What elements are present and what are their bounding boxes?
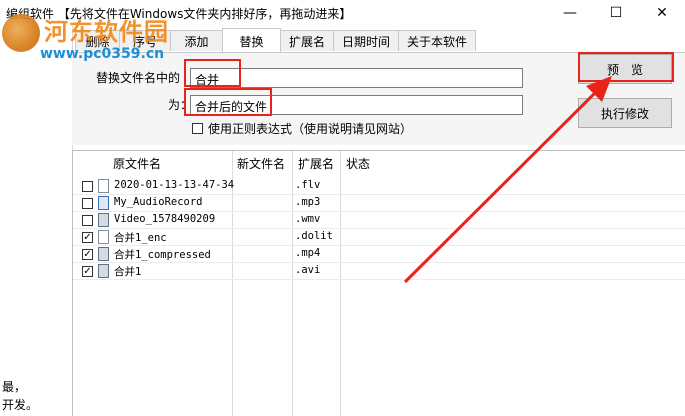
title-bar: 编组软件 【先将文件在Windows文件夹内排好序，再拖动进来】 — ☐ ✕ xyxy=(0,0,685,26)
original-file-name: 合并1 xyxy=(114,266,142,278)
original-file-name: 合并1_enc xyxy=(114,232,167,244)
table-row[interactable]: 2020-01-13-13-47-34 .flv xyxy=(73,178,685,195)
table-row[interactable]: ✓ 合并1 .avi xyxy=(73,263,685,280)
file-extension: .dolit xyxy=(295,230,333,242)
find-label: 替换文件名中的 xyxy=(96,71,181,85)
original-file-name: 2020-01-13-13-47-34 xyxy=(114,179,235,191)
video-file-icon xyxy=(98,247,109,261)
document-icon xyxy=(98,230,109,244)
close-button[interactable]: ✕ xyxy=(639,0,685,26)
regex-label: 使用正则表达式（使用说明请见网站） xyxy=(208,122,413,136)
file-extension: .flv xyxy=(295,179,321,191)
row-divider xyxy=(73,279,685,280)
replace-panel: 替换文件名中的 合并 为： 合并后的文件 使用正则表达式（使用说明请见网站） 预… xyxy=(72,52,685,145)
original-file-name: 合并1_compressed xyxy=(114,249,211,261)
row-checkbox[interactable] xyxy=(82,215,93,226)
row-checkbox[interactable] xyxy=(82,181,93,192)
original-file-name: My_AudioRecord xyxy=(114,196,203,208)
file-extension: .mp4 xyxy=(295,247,321,259)
video-file-icon xyxy=(98,213,109,227)
tab-datetime[interactable]: 日期时间 xyxy=(333,30,399,51)
tab-add[interactable]: 添加 xyxy=(170,30,223,51)
find-input[interactable]: 合并 xyxy=(190,68,523,88)
column-header-original-name[interactable]: 原文件名 xyxy=(113,155,161,175)
minimize-button[interactable]: — xyxy=(547,0,593,26)
column-header-extension[interactable]: 扩展名 xyxy=(298,155,334,175)
row-checkbox[interactable]: ✓ xyxy=(82,266,93,277)
table-row[interactable]: My_AudioRecord .mp3 xyxy=(73,195,685,212)
audio-file-icon xyxy=(98,196,109,210)
file-list[interactable]: 原文件名 新文件名 扩展名 状态 2020-01-13-13-47-34 .flv… xyxy=(72,150,685,416)
table-row[interactable]: ✓ 合并1_enc .dolit xyxy=(73,229,685,246)
tab-replace[interactable]: 替换 xyxy=(222,28,281,53)
file-extension: .mp3 xyxy=(295,196,321,208)
left-pane-text: 最， 开发。 xyxy=(2,380,39,412)
maximize-button[interactable]: ☐ xyxy=(593,0,639,26)
tab-about[interactable]: 关于本软件 xyxy=(398,30,476,51)
row-checkbox[interactable] xyxy=(82,198,93,209)
column-header-new-name[interactable]: 新文件名 xyxy=(237,155,285,175)
document-icon xyxy=(98,179,109,193)
row-checkbox[interactable]: ✓ xyxy=(82,249,93,260)
tab-extension[interactable]: 扩展名 xyxy=(280,30,334,51)
table-row[interactable]: Video_1578490209 .wmv xyxy=(73,212,685,229)
column-header-status[interactable]: 状态 xyxy=(346,155,370,175)
execute-button[interactable]: 执行修改 xyxy=(578,98,672,128)
replace-input[interactable]: 合并后的文件 xyxy=(190,95,523,115)
preview-button[interactable]: 预 览 xyxy=(578,54,672,84)
window-title: 编组软件 【先将文件在Windows文件夹内排好序，再拖动进来】 xyxy=(6,7,352,21)
left-pane: 最， 开发。 xyxy=(0,26,73,415)
row-checkbox[interactable]: ✓ xyxy=(82,232,93,243)
video-file-icon xyxy=(98,264,109,278)
file-extension: .avi xyxy=(295,264,321,276)
file-extension: .wmv xyxy=(295,213,321,225)
regex-checkbox[interactable] xyxy=(192,123,203,134)
table-row[interactable]: ✓ 合并1_compressed .mp4 xyxy=(73,246,685,263)
tab-delete[interactable]: 删除 xyxy=(75,30,120,51)
replace-label: 为： xyxy=(168,98,193,112)
tab-strip: 删除 序号 添加 替换 扩展名 日期时间 关于本软件 xyxy=(72,28,685,53)
tab-sequence[interactable]: 序号 xyxy=(119,30,171,51)
original-file-name: Video_1578490209 xyxy=(114,213,216,225)
